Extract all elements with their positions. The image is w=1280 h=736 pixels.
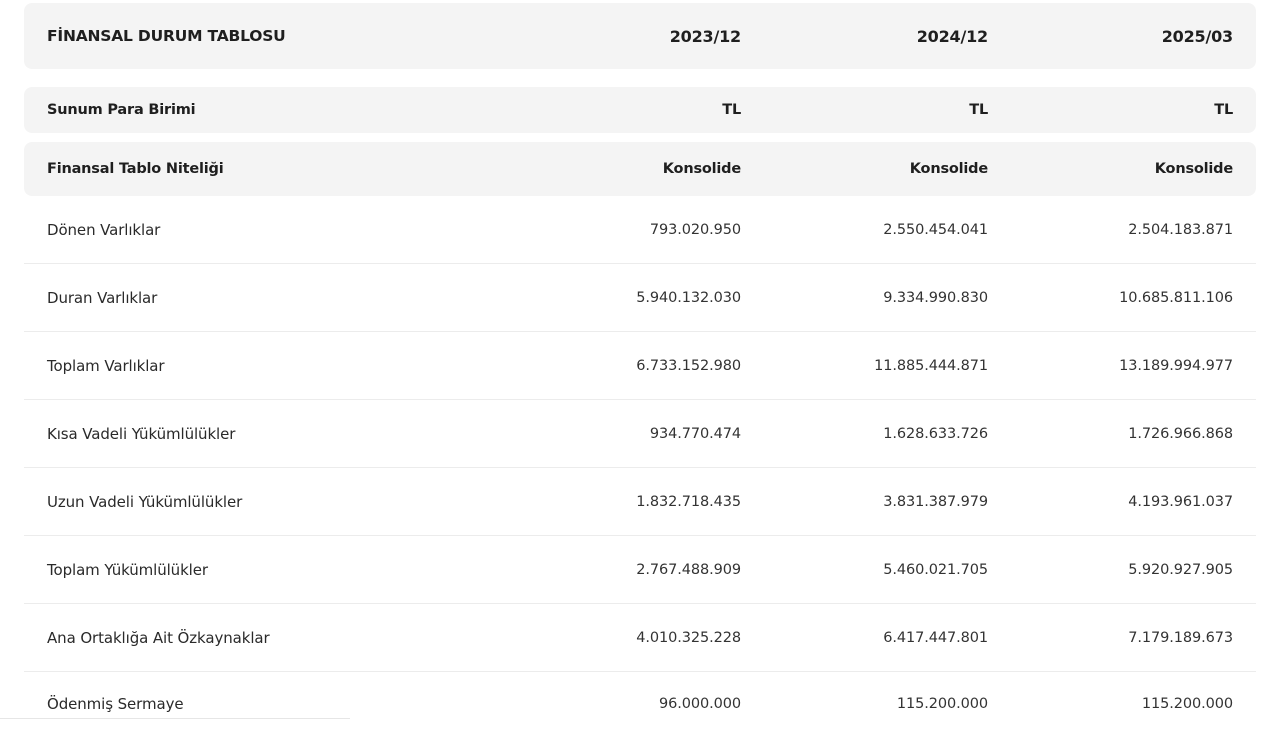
row-label: Kısa Vadeli Yükümlülükler bbox=[47, 424, 236, 443]
table-header-row: FİNANSAL DURUM TABLOSU 2023/12 2024/12 2… bbox=[24, 3, 1256, 69]
table-row: Toplam Yükümlülükler 2.767.488.909 5.460… bbox=[24, 536, 1256, 604]
table-row: Toplam Varlıklar 6.733.152.980 11.885.44… bbox=[24, 332, 1256, 400]
table-row: Ana Ortaklığa Ait Özkaynaklar 4.010.325.… bbox=[24, 604, 1256, 672]
cell-value: 1.726.966.868 bbox=[1128, 425, 1233, 442]
cell-value: 2.767.488.909 bbox=[636, 561, 741, 578]
table-row: Kısa Vadeli Yükümlülükler 934.770.474 1.… bbox=[24, 400, 1256, 468]
period-header-2023-12: 2023/12 bbox=[669, 26, 741, 46]
cell-value: TL bbox=[722, 102, 741, 118]
table-row: Uzun Vadeli Yükümlülükler 1.832.718.435 … bbox=[24, 468, 1256, 536]
cell-value: 1.832.718.435 bbox=[636, 493, 741, 510]
cell-value: 2.504.183.871 bbox=[1128, 221, 1233, 238]
cell-value: 115.200.000 bbox=[896, 696, 988, 712]
table-row: Duran Varlıklar 5.940.132.030 9.334.990.… bbox=[24, 264, 1256, 332]
bottom-divider bbox=[0, 718, 350, 719]
table-title: FİNANSAL DURUM TABLOSU bbox=[47, 27, 286, 45]
row-label: Ana Ortaklığa Ait Özkaynaklar bbox=[47, 628, 270, 647]
row-label: Finansal Tablo Niteliği bbox=[47, 161, 224, 177]
cell-value: 115.200.000 bbox=[1141, 696, 1233, 712]
row-label: Dönen Varlıklar bbox=[47, 220, 161, 239]
row-label: Duran Varlıklar bbox=[47, 288, 158, 307]
cell-value: 793.020.950 bbox=[649, 221, 741, 238]
cell-value: 9.334.990.830 bbox=[883, 289, 988, 306]
cell-value: 934.770.474 bbox=[649, 425, 741, 442]
cell-value: 1.628.633.726 bbox=[883, 425, 988, 442]
cell-value: 3.831.387.979 bbox=[883, 493, 988, 510]
table-row: Ödenmiş Sermaye 96.000.000 115.200.000 1… bbox=[24, 672, 1256, 736]
period-header-2025-03: 2025/03 bbox=[1161, 26, 1233, 46]
table-row: Dönen Varlıklar 793.020.950 2.550.454.04… bbox=[24, 196, 1256, 264]
cell-value: TL bbox=[969, 102, 988, 118]
cell-value: 2.550.454.041 bbox=[883, 221, 988, 238]
cell-value: 11.885.444.871 bbox=[874, 357, 988, 374]
cell-value: 4.193.961.037 bbox=[1128, 493, 1233, 510]
cell-value: 4.010.325.228 bbox=[636, 629, 741, 646]
row-label: Toplam Yükümlülükler bbox=[47, 560, 208, 579]
currency-row: Sunum Para Birimi TL TL TL bbox=[24, 87, 1256, 133]
cell-value: 13.189.994.977 bbox=[1119, 357, 1233, 374]
statement-type-row: Finansal Tablo Niteliği Konsolide Konsol… bbox=[24, 142, 1256, 196]
cell-value: 5.920.927.905 bbox=[1128, 561, 1233, 578]
row-label: Sunum Para Birimi bbox=[47, 102, 196, 118]
cell-value: 10.685.811.106 bbox=[1119, 289, 1233, 306]
row-label: Ödenmiş Sermaye bbox=[47, 695, 184, 713]
row-label: Uzun Vadeli Yükümlülükler bbox=[47, 492, 243, 511]
cell-value: 7.179.189.673 bbox=[1128, 629, 1233, 646]
cell-value: 5.460.021.705 bbox=[883, 561, 988, 578]
cell-value: 5.940.132.030 bbox=[636, 289, 741, 306]
period-header-2024-12: 2024/12 bbox=[916, 26, 988, 46]
cell-value: Konsolide bbox=[909, 161, 988, 177]
cell-value: TL bbox=[1214, 102, 1233, 118]
row-label: Toplam Varlıklar bbox=[47, 356, 165, 375]
cell-value: 6.417.447.801 bbox=[883, 629, 988, 646]
cell-value: Konsolide bbox=[1154, 161, 1233, 177]
cell-value: 6.733.152.980 bbox=[636, 357, 741, 374]
cell-value: Konsolide bbox=[662, 161, 741, 177]
cell-value: 96.000.000 bbox=[658, 696, 741, 712]
